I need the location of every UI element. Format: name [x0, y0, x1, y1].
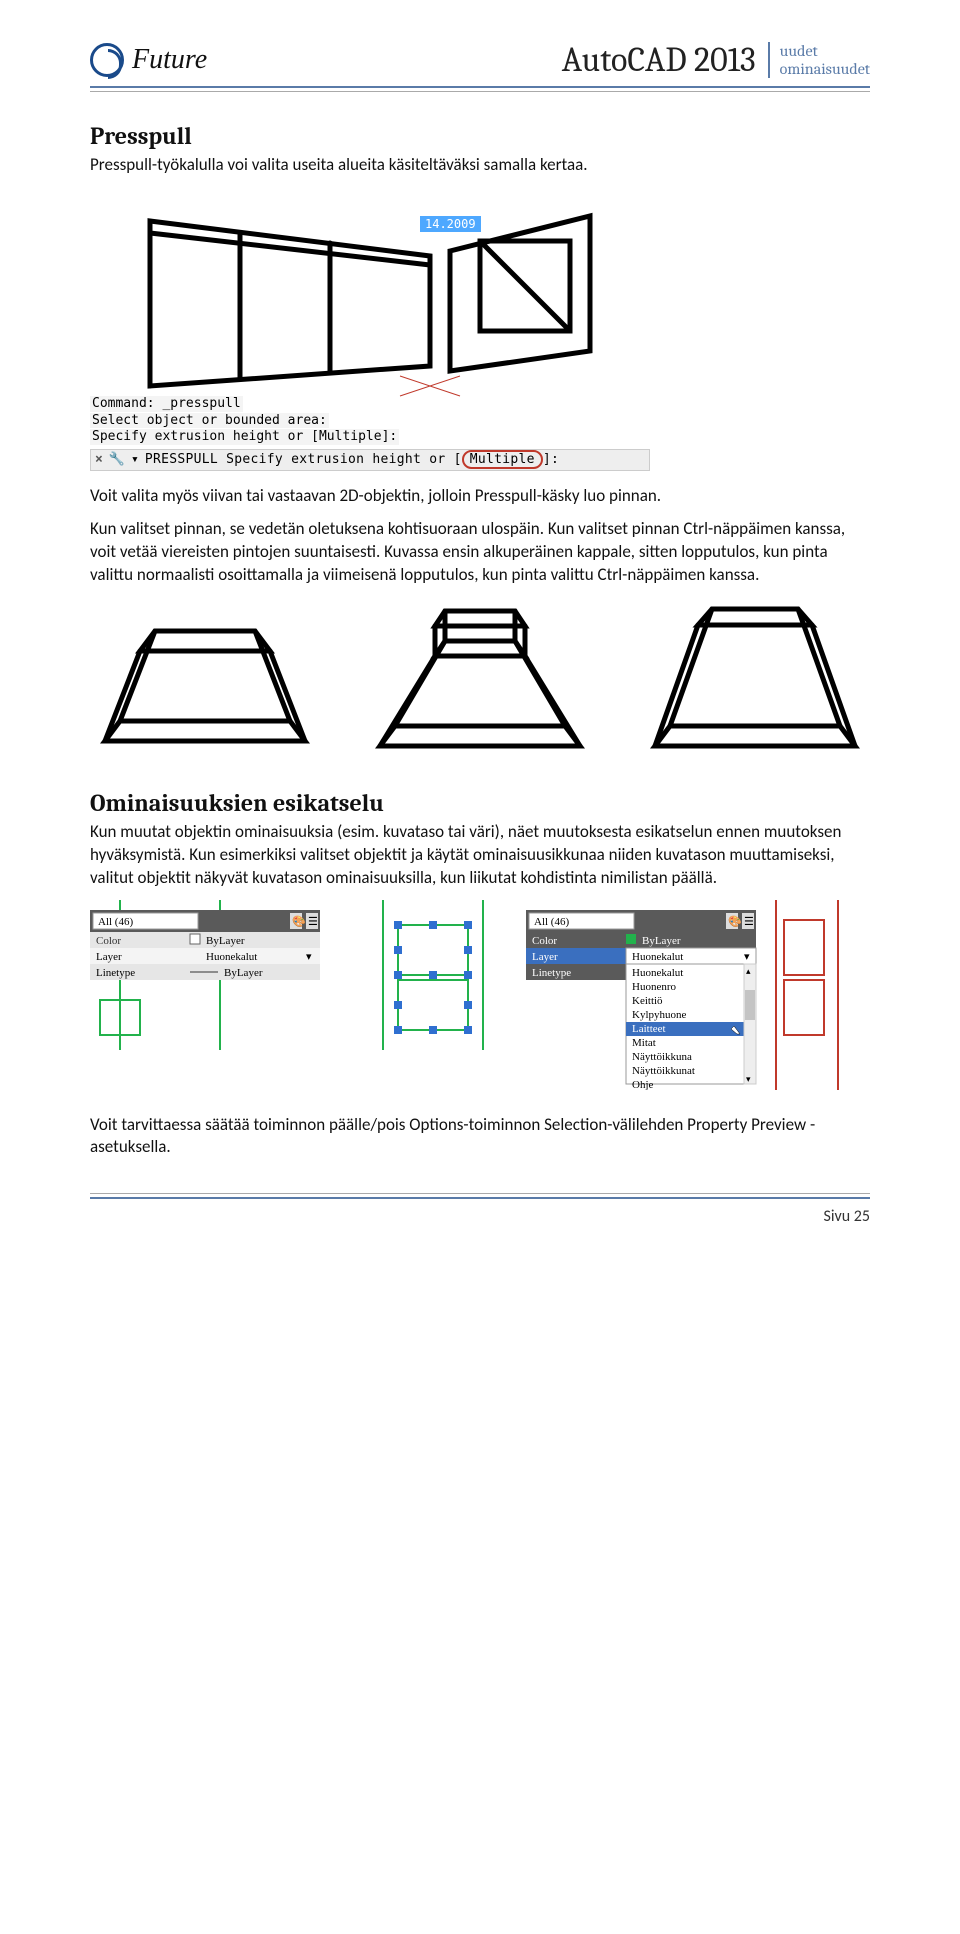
close-icon[interactable]: × [95, 452, 103, 467]
svg-text:ByLayer: ByLayer [224, 967, 263, 979]
title-block: AutoCAD 2013 uudet ominaisuudet [562, 40, 870, 80]
svg-text:Näyttöikkuna: Näyttöikkuna [632, 1051, 692, 1063]
svg-text:Layer: Layer [96, 951, 122, 963]
svg-text:▴: ▴ [746, 966, 751, 976]
svg-text:Color: Color [96, 935, 121, 947]
cmd-line: Specify extrusion height or [Multiple]: [90, 429, 399, 445]
command-bar[interactable]: × 🔧 ▾ PRESSPULL Specify extrusion height… [90, 449, 650, 471]
title-main: AutoCAD 2013 [562, 40, 768, 80]
svg-text:All (46): All (46) [534, 916, 569, 928]
title-side-line: uudet [780, 42, 870, 60]
cmd-line: Command: _presspull [90, 396, 243, 412]
panel-title: All (46) [98, 916, 133, 928]
svg-text:Huonenro: Huonenro [632, 981, 676, 993]
logo: Future [90, 43, 207, 77]
chevron-down-icon[interactable]: ▾ [131, 452, 139, 467]
svg-text:Huonekalut: Huonekalut [632, 967, 683, 979]
svg-text:ByLayer: ByLayer [206, 935, 245, 947]
logo-text: Future [132, 44, 207, 76]
properties-panel: All (46) 🎨 ☰ Color ByLayer Layer Huonekal… [90, 900, 340, 1090]
command-prompt: PRESSPULL Specify extrusion height or [M… [145, 450, 559, 469]
body-text: Voit valita myös viivan tai vastaavan 2D… [90, 485, 870, 508]
frustum-sketch [365, 601, 595, 761]
section-heading: Presspull [90, 122, 870, 150]
floorplan-selected [358, 900, 508, 1050]
svg-text:▾: ▾ [744, 951, 750, 963]
svg-text:Layer: Layer [532, 951, 558, 963]
svg-text:Huonekalut: Huonekalut [632, 951, 683, 963]
svg-text:☰: ☰ [744, 915, 754, 928]
svg-text:🎨: 🎨 [292, 914, 306, 928]
body-text: Kun valitset pinnan, se vedetän oletukse… [90, 518, 870, 587]
wrench-icon[interactable]: 🔧 [109, 452, 125, 467]
svg-text:Linetype: Linetype [532, 967, 571, 979]
svg-text:Laitteet: Laitteet [632, 1023, 666, 1035]
figure-frustums [90, 601, 870, 761]
cmd-line: Select object or bounded area: [90, 413, 329, 429]
svg-text:Mitat: Mitat [632, 1037, 656, 1049]
frustum-sketch [640, 601, 870, 761]
svg-text:Näyttöikkunat: Näyttöikkunat [632, 1065, 695, 1077]
page-header: Future AutoCAD 2013 uudet ominaisuudet [90, 40, 870, 80]
page-number: Sivu 25 [90, 1207, 870, 1226]
title-side: uudet ominaisuudet [768, 42, 870, 79]
body-text: Kun muutat objektin ominaisuuksia (esim.… [90, 821, 870, 890]
properties-panel-dropdown: All (46) 🎨 ☰ Color ByLayer Layer Huoneka… [526, 900, 776, 1090]
svg-text:▾: ▾ [746, 1074, 751, 1084]
dimension-tooltip: 14.2009 [420, 216, 481, 232]
svg-text:Linetype: Linetype [96, 967, 135, 979]
divider [90, 86, 870, 88]
figure-property-panels: All (46) 🎨 ☰ Color ByLayer Layer Huonekal… [90, 900, 870, 1090]
frustum-sketch [90, 601, 320, 761]
divider [90, 1197, 870, 1199]
title-side-line: ominaisuudet [780, 60, 870, 78]
body-text: Voit tarvittaessa säätää toiminnon pääll… [90, 1114, 870, 1160]
svg-text:☰: ☰ [308, 915, 318, 928]
svg-text:ByLayer: ByLayer [642, 935, 681, 947]
svg-text:▾: ▾ [306, 951, 312, 963]
svg-text:Huonekalut: Huonekalut [206, 951, 257, 963]
divider [90, 1193, 870, 1194]
svg-text:Kylpyhuone: Kylpyhuone [632, 1009, 687, 1021]
section-heading: Ominaisuuksien esikatselu [90, 789, 870, 817]
svg-text:Color: Color [532, 935, 557, 947]
sketch-walls [130, 191, 630, 401]
svg-text:Ohje: Ohje [632, 1079, 654, 1090]
svg-text:🎨: 🎨 [728, 914, 742, 928]
logo-icon [90, 43, 124, 77]
divider [90, 91, 870, 92]
figure-presspull: 14.2009 Command: _presspull Select objec… [90, 191, 870, 471]
svg-text:Keittiö: Keittiö [632, 995, 663, 1007]
command-history: Command: _presspull Select object or bou… [90, 396, 399, 446]
body-text: Presspull-työkalulla voi valita useita a… [90, 154, 870, 177]
